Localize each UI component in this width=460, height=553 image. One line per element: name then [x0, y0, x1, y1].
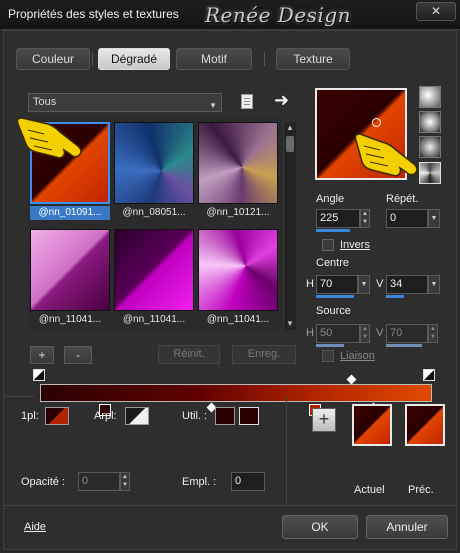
- foreground-swatch[interactable]: [45, 407, 69, 425]
- tab-motif[interactable]: Motif: [176, 48, 252, 70]
- opacity-stepper[interactable]: ▲ ▼: [120, 472, 130, 491]
- previous-preview[interactable]: [405, 404, 445, 446]
- gradient-label[interactable]: @nn_11041...: [198, 313, 278, 327]
- tab-couleur[interactable]: Couleur: [16, 48, 90, 70]
- linear-style-icon[interactable]: [419, 86, 441, 108]
- pointing-hand-icon: [354, 133, 418, 177]
- source-label: Source: [316, 305, 351, 317]
- current-label: Actuel: [354, 484, 385, 496]
- divider: [4, 505, 456, 506]
- previous-label: Préc.: [408, 484, 434, 496]
- window-title: Propriétés des styles et textures: [8, 7, 179, 21]
- ok-button[interactable]: OK: [282, 515, 358, 539]
- center-v-label: V: [376, 278, 384, 290]
- center-h-input[interactable]: 70: [316, 275, 358, 294]
- chevron-down-icon[interactable]: ▼: [428, 275, 440, 294]
- sunburst-style-icon[interactable]: [419, 162, 441, 184]
- transparency-stop-marker[interactable]: [33, 369, 45, 381]
- gradient-thumb[interactable]: [30, 229, 110, 311]
- chevron-down-icon[interactable]: ▼: [428, 209, 440, 228]
- current-preview[interactable]: [352, 404, 392, 446]
- gradient-label[interactable]: @nn_01091...: [30, 206, 110, 220]
- chevron-down-icon: ▼: [209, 101, 217, 110]
- angle-stepper[interactable]: ▲ ▼: [360, 209, 370, 228]
- gradient-thumb[interactable]: [114, 229, 194, 311]
- source-h-stepper[interactable]: ▲ ▼: [360, 324, 370, 343]
- gradient-scrollbar[interactable]: ▲ ▼: [283, 122, 296, 330]
- background-plan-label: Arpl:: [94, 410, 117, 422]
- angle-input[interactable]: 225: [316, 209, 360, 228]
- used-label: Util. :: [182, 410, 208, 422]
- save-button[interactable]: Enreg.: [232, 345, 296, 364]
- category-value: Tous: [33, 96, 57, 108]
- center-h-slider[interactable]: [316, 295, 354, 298]
- center-crosshair-icon[interactable]: [372, 118, 381, 127]
- transparency-stop-marker[interactable]: [423, 369, 435, 381]
- source-v-slider[interactable]: [386, 344, 422, 347]
- rectangular-style-icon[interactable]: [419, 111, 441, 133]
- angle-slider[interactable]: [316, 229, 350, 232]
- repeat-label: Répét.: [386, 193, 419, 205]
- invert-checkbox[interactable]: [322, 239, 334, 251]
- gradient-thumb[interactable]: [114, 122, 194, 204]
- watermark-logo: Renée Design: [205, 3, 352, 27]
- tab-divider: [92, 52, 93, 66]
- tab-degrade[interactable]: Dégradé: [98, 48, 170, 70]
- used-color-swatch[interactable]: [239, 407, 259, 425]
- gradient-label[interactable]: @nn_11041...: [114, 313, 194, 327]
- center-h-label: H: [306, 278, 314, 290]
- add-gradient-button[interactable]: +: [30, 346, 54, 364]
- opacity-label: Opacité :: [21, 476, 66, 488]
- scroll-down-icon[interactable]: ▼: [284, 318, 296, 330]
- link-checkbox[interactable]: [322, 350, 334, 362]
- tab-divider: [264, 52, 265, 66]
- add-to-swatches-button[interactable]: +: [312, 408, 336, 432]
- remove-gradient-button[interactable]: -: [64, 346, 92, 364]
- tab-texture[interactable]: Texture: [276, 48, 350, 70]
- category-dropdown[interactable]: Tous ▼: [28, 93, 222, 112]
- chevron-down-icon[interactable]: ▼: [358, 275, 370, 294]
- radial-style-icon[interactable]: [419, 136, 441, 158]
- gradient-label[interactable]: @nn_10121...: [198, 206, 278, 220]
- first-plan-label: 1pl:: [21, 410, 39, 422]
- location-input[interactable]: 0: [231, 472, 265, 491]
- reset-button[interactable]: Réinit.: [158, 345, 220, 364]
- gradient-thumb[interactable]: [198, 122, 278, 204]
- background-swatch[interactable]: [125, 407, 149, 425]
- location-label: Empl. :: [182, 476, 217, 488]
- scroll-thumb[interactable]: [286, 136, 294, 152]
- center-label: Centre: [316, 257, 350, 269]
- pointing-hand-icon: [16, 117, 82, 159]
- source-h-label: H: [306, 327, 314, 339]
- source-v-input[interactable]: 70: [386, 324, 428, 343]
- close-button[interactable]: ✕: [416, 2, 456, 21]
- used-color-swatch[interactable]: [215, 407, 235, 425]
- gradient-editor-bar[interactable]: [40, 384, 432, 402]
- gradient-thumb[interactable]: [198, 229, 278, 311]
- document-icon[interactable]: [241, 94, 253, 109]
- opacity-input[interactable]: 0: [78, 472, 120, 491]
- scroll-up-icon[interactable]: ▲: [284, 122, 296, 134]
- source-h-input[interactable]: 50: [316, 324, 360, 343]
- invert-label: Invers: [340, 239, 370, 251]
- cancel-button[interactable]: Annuler: [366, 515, 448, 539]
- source-h-slider[interactable]: [316, 344, 344, 347]
- gradient-label[interactable]: @nn_11041...: [30, 313, 110, 327]
- source-v-label: V: [376, 327, 384, 339]
- center-v-input[interactable]: 34: [386, 275, 428, 294]
- angle-label: Angle: [316, 193, 345, 205]
- help-link[interactable]: Aide: [24, 521, 46, 533]
- repeat-input[interactable]: 0: [386, 209, 428, 228]
- divider: [286, 396, 287, 504]
- gradient-label[interactable]: @nn_08051...: [114, 206, 194, 220]
- source-v-stepper[interactable]: ▲ ▼: [428, 324, 438, 343]
- center-v-slider[interactable]: [386, 295, 404, 298]
- arrow-right-icon[interactable]: ➜: [274, 90, 289, 111]
- link-label: Liaison: [340, 350, 375, 362]
- divider: [4, 396, 34, 397]
